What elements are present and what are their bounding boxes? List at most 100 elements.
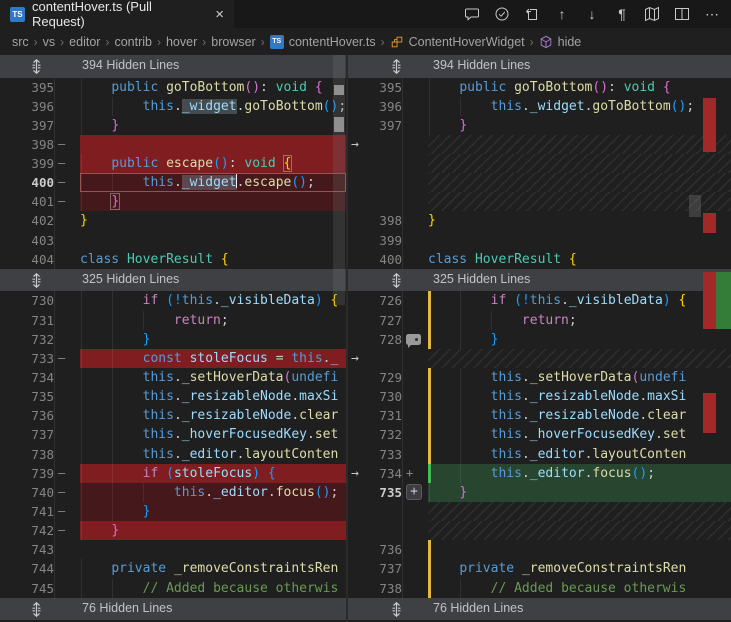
breadcrumb-separator: › <box>55 35 69 49</box>
line-number: 395 <box>366 78 402 97</box>
line-number: 737 <box>0 425 54 444</box>
breadcrumb-item-hover[interactable]: hover <box>166 35 197 49</box>
code-content: } <box>428 483 731 502</box>
arrow-up-icon[interactable]: ↑ <box>551 3 573 25</box>
breadcrumb-item-contrib[interactable]: contrib <box>114 35 152 49</box>
code-line: 735+ } <box>348 483 731 502</box>
breadcrumb-separator: › <box>376 35 390 49</box>
code-content: this._widget.goToBottom(); <box>428 97 731 116</box>
code-content: public goToBottom(): void { <box>80 78 346 97</box>
code-line: 395 public goToBottom(): void { <box>348 78 731 97</box>
code-content: public escape(): void { <box>80 154 346 173</box>
line-number: 395 <box>0 78 54 97</box>
code-line: 400class HoverResult { <box>348 250 731 269</box>
line-number: 734 <box>0 368 54 387</box>
line-gutter <box>402 330 428 349</box>
unfold-icon <box>30 59 43 74</box>
indent-guide <box>460 445 461 464</box>
line-gutter <box>54 579 80 598</box>
open-changes-icon[interactable] <box>521 3 543 25</box>
hidden-lines-bar[interactable]: 325 Hidden Lines <box>348 269 731 292</box>
breadcrumb-item-editor[interactable]: editor <box>69 35 100 49</box>
line-gutter <box>54 97 80 116</box>
indent-guide <box>460 311 461 330</box>
line-gutter <box>402 559 428 578</box>
hidden-lines-bar[interactable]: 76 Hidden Lines <box>0 598 346 621</box>
breadcrumb-item-hide[interactable]: hide <box>539 35 582 49</box>
code-content: this._setHoverData(undefi <box>428 368 731 387</box>
line-gutter: + <box>402 483 428 502</box>
code-line: 404class HoverResult { <box>0 250 346 269</box>
add-comment-button[interactable]: + <box>406 484 422 500</box>
revert-arrow-margin <box>348 579 366 598</box>
check-circle-icon[interactable] <box>491 3 513 25</box>
hidden-lines-label: 76 Hidden Lines <box>433 601 523 615</box>
revert-arrow-margin <box>348 211 366 230</box>
revert-arrow-margin <box>348 425 366 444</box>
breadcrumb-item-vs[interactable]: vs <box>43 35 56 49</box>
indent-guide <box>81 445 82 464</box>
breadcrumb-item-contenthover-ts[interactable]: TScontentHover.ts <box>270 35 376 49</box>
hidden-lines-label: 394 Hidden Lines <box>433 58 530 72</box>
more-actions-icon[interactable]: ⋯ <box>701 3 723 25</box>
overview-ruler[interactable] <box>702 55 731 622</box>
indent-guide <box>143 483 144 502</box>
revert-arrow-margin <box>348 387 366 406</box>
arrow-down-icon[interactable]: ↓ <box>581 3 603 25</box>
close-tab-icon[interactable]: × <box>215 7 224 22</box>
tab-contenthover[interactable]: TS contentHover.ts (Pull Request) × <box>0 0 234 28</box>
code-line: 727 return; <box>348 311 731 330</box>
line-gutter: + <box>402 464 428 483</box>
indent-guide <box>112 349 113 368</box>
hidden-lines-bar[interactable]: 394 Hidden Lines <box>0 55 346 78</box>
diff-right-pane[interactable]: 394 Hidden Lines 395 public goToBottom():… <box>348 55 731 622</box>
revert-arrow-icon[interactable]: → <box>348 464 366 483</box>
revert-arrow-icon[interactable]: → <box>348 349 366 368</box>
line-number: 727 <box>366 311 402 330</box>
comment-indicator-icon[interactable] <box>406 334 421 345</box>
split-editor-icon[interactable] <box>671 3 693 25</box>
code-content: private _removeConstraintsRen <box>80 559 346 578</box>
code-line: 732 } <box>0 330 346 349</box>
comment-icon[interactable] <box>461 3 483 25</box>
code-content: this._editor.focus(); <box>428 464 731 483</box>
diff-left-pane[interactable]: 394 Hidden Lines395 public goToBottom():… <box>0 55 346 622</box>
pane-divider[interactable] <box>346 55 348 622</box>
breadcrumb: src›vs›editor›contrib›hover›browser›TSco… <box>0 28 731 55</box>
hidden-lines-bar[interactable]: 394 Hidden Lines <box>348 55 731 78</box>
pilcrow-icon[interactable]: ¶ <box>611 3 633 25</box>
line-gutter <box>402 349 428 368</box>
line-number: 400 <box>366 250 402 269</box>
hidden-lines-bar[interactable]: 76 Hidden Lines <box>348 598 731 621</box>
line-number: 400 <box>0 173 54 192</box>
breadcrumb-separator: › <box>197 35 211 49</box>
code-line: 743 <box>0 540 346 559</box>
indent-guide <box>429 387 430 406</box>
tab-bar: TS contentHover.ts (Pull Request) × ↑ ↓ … <box>0 0 731 28</box>
code-line: 397 } <box>0 116 346 135</box>
deleted-lines-spacer <box>348 154 731 173</box>
tab-title: contentHover.ts (Pull Request) <box>32 0 208 29</box>
indent-guide <box>112 483 113 502</box>
line-number: 397 <box>0 116 54 135</box>
revert-arrow-icon[interactable]: → <box>348 135 366 154</box>
indent-guide <box>112 445 113 464</box>
line-number: 731 <box>0 311 54 330</box>
line-number: 736 <box>0 406 54 425</box>
breadcrumb-item-browser[interactable]: browser <box>211 35 255 49</box>
breadcrumb-item-src[interactable]: src <box>12 35 29 49</box>
line-gutter <box>402 406 428 425</box>
breadcrumb-item-contenthoverwidget[interactable]: ContentHoverWidget <box>390 35 525 49</box>
scrollbar-slider[interactable] <box>689 195 701 217</box>
hidden-lines-bar[interactable]: 325 Hidden Lines <box>0 269 346 292</box>
line-number: 401 <box>0 192 54 211</box>
code-content: return; <box>428 311 731 330</box>
indent-guide <box>81 425 82 444</box>
revert-arrow-margin <box>348 521 366 540</box>
code-content: } <box>428 116 731 135</box>
indent-guide <box>112 406 113 425</box>
line-gutter <box>402 135 428 154</box>
indent-guide <box>429 483 430 502</box>
line-number: 726 <box>366 291 402 310</box>
map-icon[interactable] <box>641 3 663 25</box>
